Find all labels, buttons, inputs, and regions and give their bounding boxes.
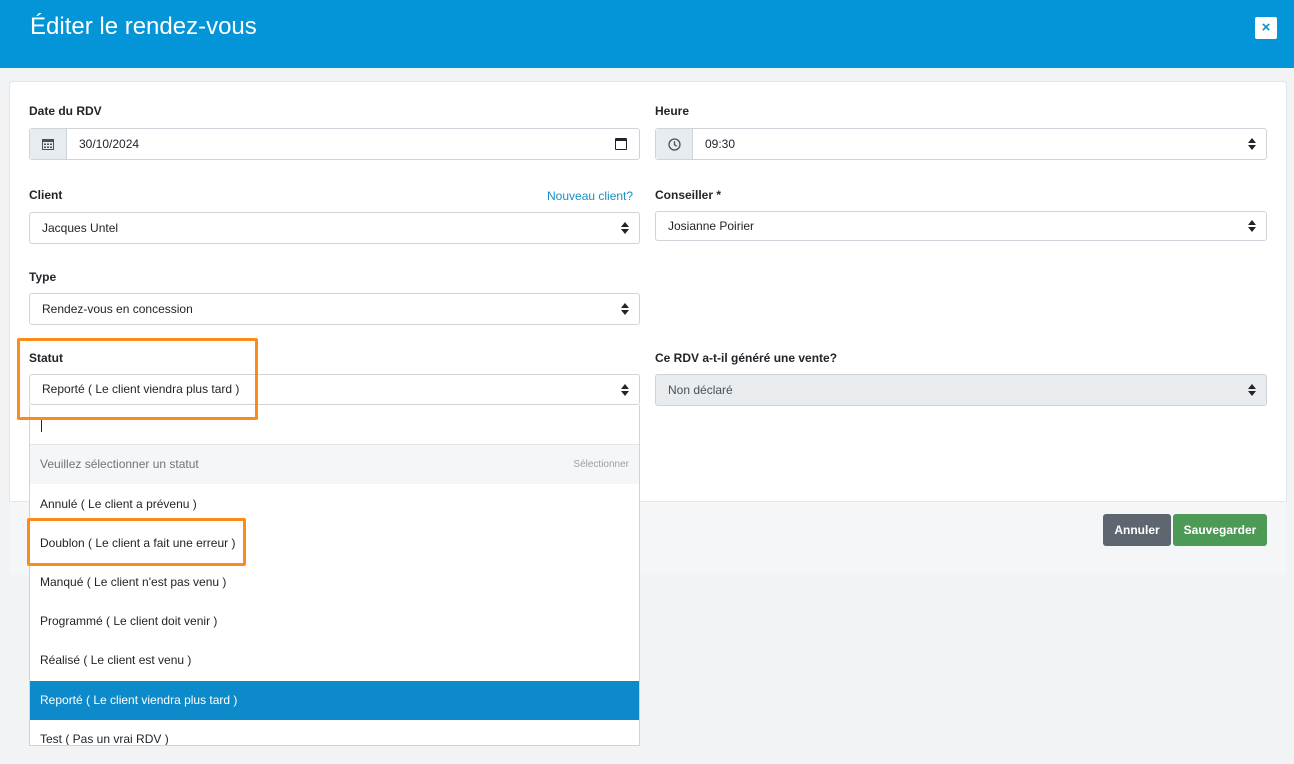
modal-header: Éditer le rendez-vous × <box>0 0 1294 68</box>
status-option-programme[interactable]: Programmé ( Le client doit venir ) <box>30 602 639 641</box>
sort-icon <box>1248 138 1256 150</box>
status-option-reporte[interactable]: Reporté ( Le client viendra plus tard ) <box>30 681 639 720</box>
sort-icon <box>1248 220 1256 232</box>
status-dropdown: Veuillez sélectionner un statut Sélectio… <box>29 405 640 746</box>
save-button[interactable]: Sauvegarder <box>1173 514 1267 546</box>
type-select[interactable]: Rendez-vous en concession <box>29 293 640 325</box>
sort-icon <box>621 303 629 315</box>
calendar-icon <box>30 129 67 159</box>
cancel-button[interactable]: Annuler <box>1103 514 1171 546</box>
status-option-realise[interactable]: Réalisé ( Le client est venu ) <box>30 641 639 680</box>
type-label: Type <box>29 270 57 284</box>
modal-title: Éditer le rendez-vous <box>30 13 257 40</box>
placeholder-hint: Sélectionner <box>573 459 629 470</box>
date-input[interactable]: 30/10/2024 <box>29 128 640 160</box>
status-search-input[interactable] <box>30 405 639 445</box>
status-value: Reporté ( Le client viendra plus tard ) <box>42 382 240 396</box>
sale-value: Non déclaré <box>668 383 733 397</box>
text-cursor <box>41 420 42 432</box>
status-placeholder-option[interactable]: Veuillez sélectionner un statut Sélectio… <box>30 445 639 484</box>
sort-icon <box>1248 384 1256 396</box>
time-value: 09:30 <box>705 137 736 151</box>
new-client-link[interactable]: Nouveau client? <box>547 189 633 203</box>
status-select[interactable]: Reporté ( Le client viendra plus tard ) <box>29 374 640 405</box>
status-option-manque[interactable]: Manqué ( Le client n'est pas venu ) <box>30 563 639 602</box>
status-option-annule[interactable]: Annulé ( Le client a prévenu ) <box>30 485 639 524</box>
type-value: Rendez-vous en concession <box>42 302 193 316</box>
status-option-doublon[interactable]: Doublon ( Le client a fait une erreur ) <box>30 524 639 563</box>
close-icon: × <box>1261 19 1271 36</box>
time-label: Heure <box>655 104 690 118</box>
advisor-value: Josianne Poirier <box>668 219 755 233</box>
advisor-label: Conseiller * <box>655 188 722 202</box>
sale-label: Ce RDV a-t-il généré une vente? <box>655 351 838 365</box>
client-label: Client <box>29 188 63 202</box>
sort-icon <box>621 384 629 396</box>
status-label: Statut <box>29 351 63 365</box>
time-select[interactable]: 09:30 <box>655 128 1267 160</box>
clock-icon <box>656 129 693 159</box>
date-label: Date du RDV <box>29 104 102 118</box>
date-value: 30/10/2024 <box>79 137 140 151</box>
advisor-select[interactable]: Josianne Poirier <box>655 211 1267 241</box>
sale-select[interactable]: Non déclaré <box>655 374 1267 406</box>
sort-icon <box>621 222 629 234</box>
client-value: Jacques Untel <box>42 221 119 235</box>
placeholder-text: Veuillez sélectionner un statut <box>40 457 199 471</box>
client-select[interactable]: Jacques Untel <box>29 212 640 244</box>
status-option-test[interactable]: Test ( Pas un vrai RDV ) <box>30 720 639 745</box>
close-button[interactable]: × <box>1255 17 1277 39</box>
date-picker-icon[interactable] <box>615 138 627 150</box>
